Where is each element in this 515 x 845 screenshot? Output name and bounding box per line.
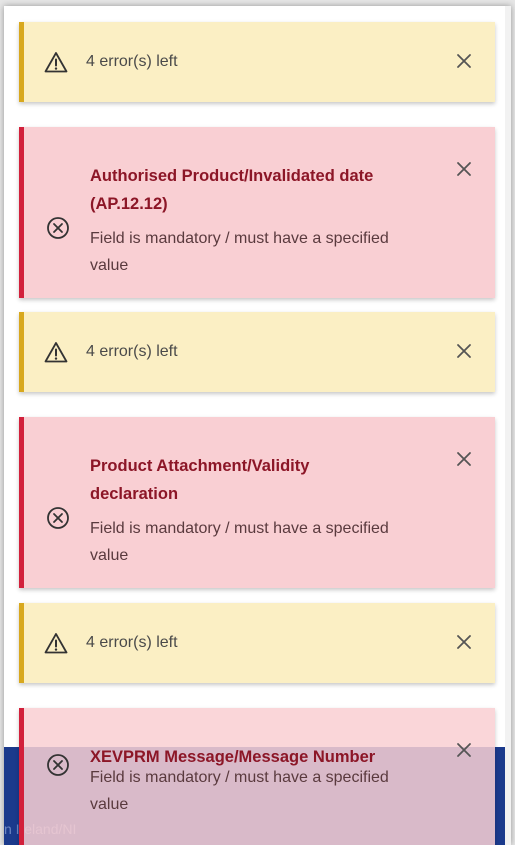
- error-toast: XEVPRM Message/Message Number Field is m…: [19, 708, 495, 845]
- close-icon[interactable]: [455, 342, 473, 360]
- warning-triangle-icon: [44, 52, 68, 73]
- error-circle-x-icon: [47, 217, 69, 239]
- warning-toast: 4 error(s) left: [19, 22, 495, 102]
- warning-message: 4 error(s) left: [86, 343, 178, 360]
- close-icon[interactable]: [455, 450, 473, 468]
- warning-triangle-icon: [44, 342, 68, 363]
- error-title: Product Attachment/Validity declaration: [90, 457, 310, 503]
- warning-message: 4 error(s) left: [86, 634, 178, 651]
- error-message: Field is mandatory / must have a specifi…: [90, 769, 389, 813]
- warning-toast: 4 error(s) left: [19, 312, 495, 392]
- error-title: Authorised Product/Invalidated date (AP.…: [90, 167, 374, 213]
- close-icon[interactable]: [455, 160, 473, 178]
- close-icon[interactable]: [455, 633, 473, 651]
- error-toast: Authorised Product/Invalidated date (AP.…: [19, 127, 495, 298]
- warning-toast: 4 error(s) left: [19, 603, 495, 683]
- error-message: Field is mandatory / must have a specifi…: [90, 520, 389, 564]
- error-circle-x-icon: [47, 754, 69, 776]
- warning-triangle-icon: [44, 633, 68, 654]
- close-icon[interactable]: [455, 741, 473, 759]
- error-toast: Product Attachment/Validity declaration …: [19, 417, 495, 588]
- warning-message: 4 error(s) left: [86, 53, 178, 70]
- error-circle-x-icon: [47, 507, 69, 529]
- notification-panel: n Ireland/NI 4 error(s) left Authorised …: [4, 6, 511, 845]
- error-message: Field is mandatory / must have a specifi…: [90, 230, 389, 274]
- close-icon[interactable]: [455, 52, 473, 70]
- scrollbar-track[interactable]: [505, 6, 511, 845]
